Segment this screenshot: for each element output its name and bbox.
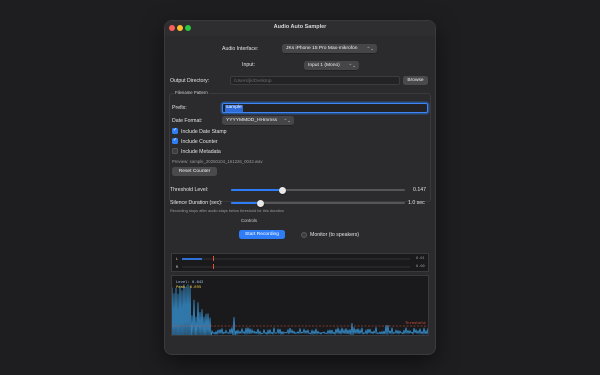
include-metadata-checkbox[interactable] xyxy=(172,148,178,154)
popup-chevron-icon: ⌃⌄ xyxy=(348,63,356,68)
silence-hint: Recording stops after audio stays below … xyxy=(170,208,284,213)
silence-slider-knob[interactable] xyxy=(257,199,265,207)
filename-preview: Preview: sample_20250104_161226_0042.wav xyxy=(172,159,263,164)
window-title: Audio Auto Sampler xyxy=(273,24,327,30)
waveform-threshold-label: Threshold xyxy=(405,320,426,325)
right-channel-letter: R xyxy=(176,264,179,269)
monitor-toggle[interactable] xyxy=(301,231,307,238)
left-meter-value: 0.01 xyxy=(416,256,425,261)
output-directory-field[interactable]: /Users/jk/Desktop xyxy=(230,76,400,85)
output-directory-label: Output Directory: xyxy=(170,78,210,84)
title-bar: Audio Auto Sampler xyxy=(165,21,435,36)
waveform-peak-text: Peak: 0.695 xyxy=(176,284,202,289)
threshold-slider-knob[interactable] xyxy=(278,186,286,194)
level-meters: L 0.01 R 0.00 xyxy=(171,253,429,272)
threshold-value: 0.147 xyxy=(413,187,426,193)
waveform-graph xyxy=(172,284,428,335)
include-date-stamp-label: Include Date Stamp xyxy=(181,128,227,135)
right-meter-value: 0.00 xyxy=(416,264,425,269)
monitor-label: Monitor (to speakers) xyxy=(310,232,360,238)
date-format-popup[interactable]: YYYYMMDD_HHmmss ⌃⌄ xyxy=(222,116,294,125)
audio-interface-popup[interactable]: JKs iPhone 15 Pro Max-mikrofon ⌃⌄ xyxy=(282,44,377,53)
include-metadata-label: Include Metadata xyxy=(181,148,221,155)
left-meter-threshold-marker xyxy=(213,256,214,261)
left-meter-bar xyxy=(182,257,203,260)
waveform-line xyxy=(172,284,428,335)
prefix-input[interactable]: sample xyxy=(222,103,428,113)
browse-button[interactable]: Browse xyxy=(403,76,428,85)
checkmark-icon: ✓ xyxy=(173,137,178,143)
include-date-stamp-checkbox[interactable]: ✓ xyxy=(172,127,178,134)
date-format-label: Date Format: xyxy=(172,118,203,124)
left-meter-track xyxy=(182,257,410,260)
audio-interface-value: JKs iPhone 15 Pro Max-mikrofon xyxy=(286,46,358,51)
popup-chevron-icon: ⌃⌄ xyxy=(366,46,374,51)
input-label: Input: xyxy=(242,62,255,68)
waveform-display: Level: 0.042 Peak: 0.695 Threshold xyxy=(171,275,429,336)
popup-chevron-icon: ⌃⌄ xyxy=(283,118,291,123)
include-counter-label: Include Counter xyxy=(181,138,218,145)
threshold-slider-fill xyxy=(231,189,283,191)
filename-pattern-heading: Filename Pattern xyxy=(174,90,209,95)
right-meter-threshold-marker xyxy=(213,264,214,269)
include-counter-checkbox[interactable]: ✓ xyxy=(172,137,178,144)
reset-counter-button[interactable]: Reset Counter xyxy=(172,167,217,176)
threshold-label: Threshold Level: xyxy=(170,187,209,193)
controls-heading: Controls xyxy=(241,218,258,223)
input-value: Input 1 (Mono) xyxy=(308,63,340,68)
date-format-value: YYYYMMDD_HHmmss xyxy=(226,118,278,123)
start-recording-button[interactable]: Start Recording xyxy=(239,230,285,239)
prefix-label: Prefix: xyxy=(172,105,187,111)
prefix-value: sample xyxy=(225,105,243,112)
audio-interface-label: Audio Interface: xyxy=(222,46,259,52)
input-popup[interactable]: Input 1 (Mono) ⌃⌄ xyxy=(304,61,359,70)
left-channel-letter: L xyxy=(176,256,179,261)
right-meter-track xyxy=(182,265,410,268)
main-window: Audio Auto Sampler Audio Interface: JKs … xyxy=(165,21,435,354)
silence-duration-label: Silence Duration (sec): xyxy=(170,200,223,206)
silence-duration-value: 1.0 sec xyxy=(408,200,425,206)
threshold-slider[interactable] xyxy=(231,189,405,191)
checkmark-icon: ✓ xyxy=(173,127,178,133)
